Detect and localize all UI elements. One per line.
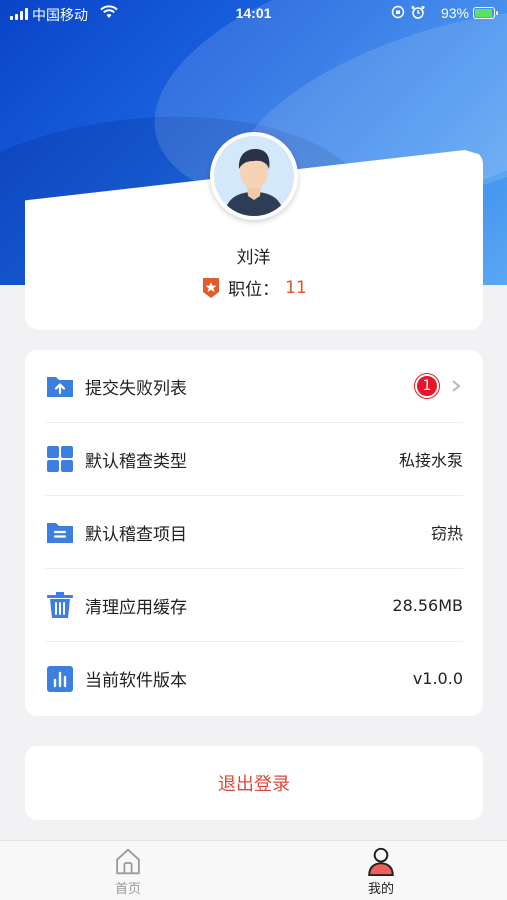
tab-me[interactable]: 我的 — [341, 847, 421, 897]
trash-icon — [47, 592, 73, 618]
chevron-right-icon — [452, 380, 461, 392]
orientation-lock-icon — [391, 5, 405, 19]
failure-count-badge: 1 — [415, 374, 439, 398]
status-bar: 中国移动 14:01 93% — [0, 0, 507, 28]
position-row: 职位： 11 — [0, 275, 507, 300]
settings-card: 提交失败列表 1 默认稽查类型 私接水泵 默认稽查项目 窃热 清理应用缓存 28… — [25, 350, 483, 716]
row-label: 默认稽查类型 — [85, 451, 187, 472]
position-value: 11 — [285, 277, 307, 298]
default-inspection-item-row[interactable]: 默认稽查项目 窃热 — [45, 496, 463, 569]
battery-icon — [473, 7, 498, 19]
user-name: 刘洋 — [236, 248, 271, 268]
row-value: 窃热 — [430, 524, 463, 543]
avatar[interactable] — [210, 132, 298, 220]
grid-icon — [47, 446, 73, 472]
default-inspection-type-row[interactable]: 默认稽查类型 私接水泵 — [45, 423, 463, 496]
tab-bar: 首页 我的 — [0, 840, 507, 900]
row-value: 私接水泵 — [398, 451, 463, 470]
document-folder-icon — [47, 523, 73, 543]
tab-home[interactable]: 首页 — [88, 847, 168, 897]
row-label: 提交失败列表 — [85, 378, 187, 399]
clock: 14:01 — [235, 5, 272, 21]
avatar-person-icon — [214, 136, 294, 216]
battery-percent: 93% — [440, 5, 469, 21]
logout-button[interactable]: 退出登录 — [25, 746, 483, 820]
user-icon — [368, 847, 394, 876]
app-version-row[interactable]: 当前软件版本 v1.0.0 — [45, 642, 463, 715]
row-label: 清理应用缓存 — [85, 597, 187, 618]
position-label: 职位： — [228, 280, 280, 300]
alarm-icon — [411, 6, 425, 19]
tab-home-label: 首页 — [114, 882, 141, 897]
clear-cache-row[interactable]: 清理应用缓存 28.56MB — [45, 569, 463, 642]
badge-star-icon — [203, 277, 220, 298]
row-label: 默认稽查项目 — [85, 524, 187, 545]
bar-chart-icon — [47, 665, 73, 692]
upload-folder-icon — [47, 377, 73, 397]
row-value: 28.56MB — [392, 595, 463, 615]
submit-failed-list-row[interactable]: 提交失败列表 1 — [45, 350, 463, 423]
row-value: v1.0.0 — [412, 669, 463, 688]
home-icon — [116, 848, 140, 875]
row-label: 当前软件版本 — [85, 671, 187, 691]
tab-me-label: 我的 — [367, 882, 394, 897]
